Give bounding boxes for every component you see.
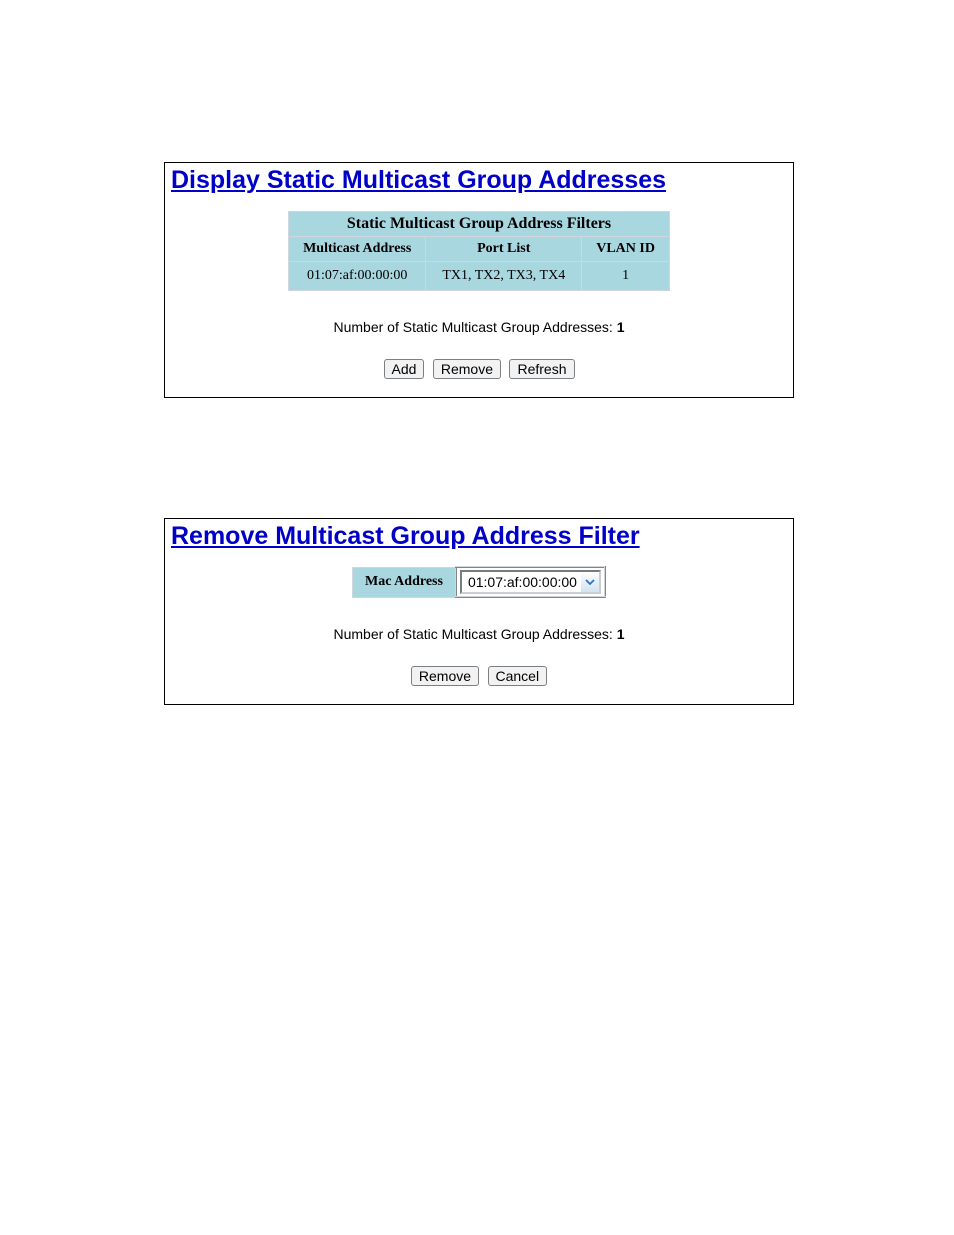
filters-table: Static Multicast Group Address Filters M… [288, 211, 670, 291]
add-button[interactable]: Add [384, 359, 425, 379]
mac-address-selected: 01:07:af:00:00:00 [462, 573, 581, 591]
cancel-button[interactable]: Cancel [488, 666, 548, 686]
page-title-display: Display Static Multicast Group Addresses [165, 163, 793, 201]
chevron-down-icon [581, 572, 599, 592]
remove-button[interactable]: Remove [433, 359, 501, 379]
count-line-remove: Number of Static Multicast Group Address… [165, 626, 793, 642]
count-label: Number of Static Multicast Group Address… [333, 626, 616, 642]
count-value: 1 [617, 319, 625, 335]
page-title-remove: Remove Multicast Group Address Filter [165, 519, 793, 557]
button-row-display: Add Remove Refresh [165, 359, 793, 379]
remove-button-confirm[interactable]: Remove [411, 666, 479, 686]
count-label: Number of Static Multicast Group Address… [333, 319, 616, 335]
col-multicast-address: Multicast Address [289, 236, 426, 261]
remove-form-table: Mac Address 01:07:af:00:00:00 [352, 566, 606, 598]
table-row: 01:07:af:00:00:00 TX1, TX2, TX3, TX4 1 [289, 261, 670, 290]
display-static-multicast-panel: Display Static Multicast Group Addresses… [164, 162, 794, 398]
refresh-button[interactable]: Refresh [509, 359, 574, 379]
cell-port-list: TX1, TX2, TX3, TX4 [426, 261, 582, 290]
count-value: 1 [617, 626, 625, 642]
button-row-remove: Remove Cancel [165, 666, 793, 686]
mac-address-cell: 01:07:af:00:00:00 [456, 567, 605, 597]
count-line-display: Number of Static Multicast Group Address… [165, 319, 793, 335]
cell-vlan-id: 1 [582, 261, 670, 290]
remove-multicast-panel: Remove Multicast Group Address Filter Ma… [164, 518, 794, 706]
mac-address-select[interactable]: 01:07:af:00:00:00 [460, 570, 601, 594]
filters-table-caption: Static Multicast Group Address Filters [289, 211, 670, 236]
mac-address-label: Mac Address [353, 567, 456, 597]
col-port-list: Port List [426, 236, 582, 261]
col-vlan-id: VLAN ID [582, 236, 670, 261]
cell-multicast-address: 01:07:af:00:00:00 [289, 261, 426, 290]
